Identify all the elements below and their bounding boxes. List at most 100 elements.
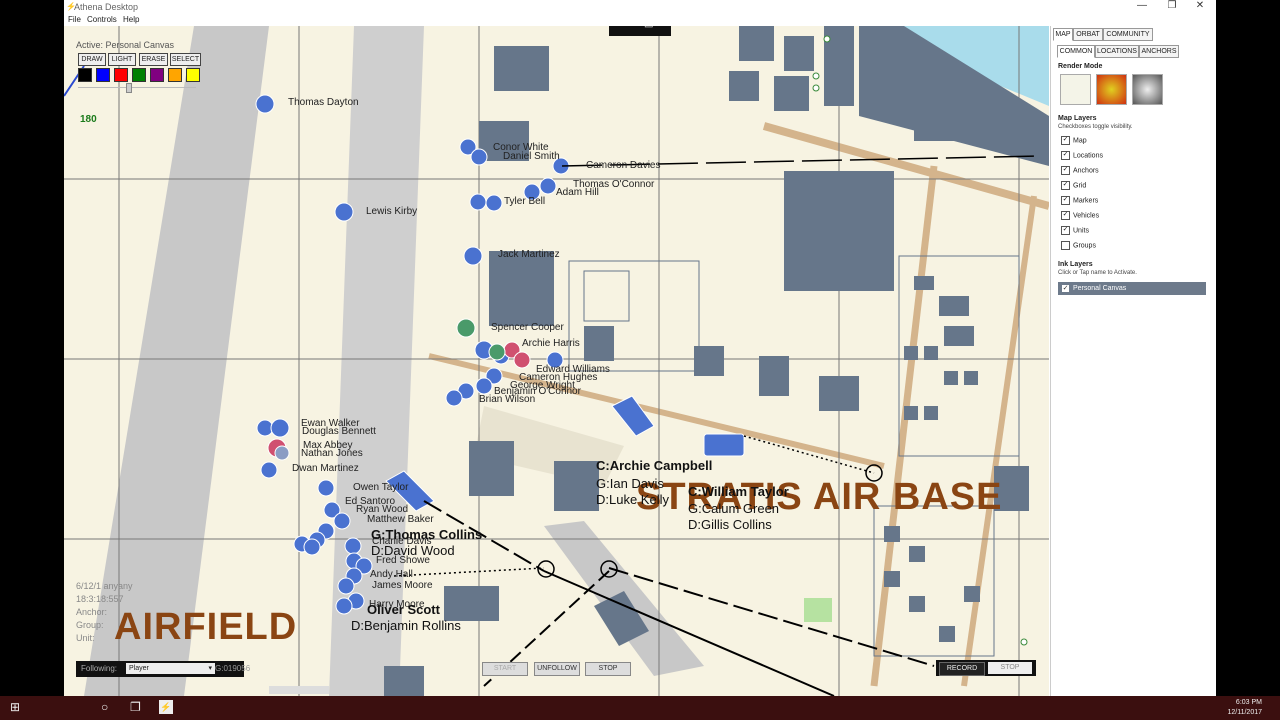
layer-anchors-checkbox[interactable]: ✓ Anchors <box>1061 166 1099 175</box>
maximize-button[interactable]: ❐ <box>1158 0 1186 11</box>
close-button[interactable]: ✕ <box>1186 0 1214 11</box>
light-button[interactable]: LIGHT <box>108 53 136 66</box>
status-date: 6/12/1 anyany <box>76 581 133 591</box>
status-time: 18:3:18:557 <box>76 594 124 604</box>
map-layers-note: Checkboxes toggle visibility. <box>1058 124 1133 130</box>
layer-map-checkbox[interactable]: ✓ Map <box>1061 136 1087 145</box>
color-swatch-orange[interactable] <box>168 68 182 82</box>
layer-grid-checkbox[interactable]: ✓ Grid <box>1061 181 1086 190</box>
unit-label: Owen Taylor <box>353 482 409 493</box>
erase-button[interactable]: ERASE <box>139 53 168 66</box>
layer-locations-checkbox[interactable]: ✓ Locations <box>1061 151 1103 160</box>
chevron-down-icon: ▾ <box>208 665 212 672</box>
menu-file[interactable]: File <box>68 15 81 24</box>
render-mode-title: Render Mode <box>1058 63 1103 70</box>
menu-bar: File Controls Help <box>64 13 1216 26</box>
unit-label: Nathan Jones <box>301 448 363 459</box>
app-taskbar-icon[interactable]: ⚡ <box>159 700 173 714</box>
search-icon[interactable]: ○ <box>101 700 108 714</box>
color-swatch-green[interactable] <box>132 68 146 82</box>
unit-label: Daniel Smith <box>503 151 560 162</box>
status-info: 6/12/1 anyany 18:3:18:557 Anchor: Group:… <box>76 580 133 645</box>
pointer-icon[interactable]: ↖ <box>629 26 637 29</box>
unit-label: Matthew Baker <box>367 514 434 525</box>
unit-label: James Moore <box>372 580 433 591</box>
unit-label: Douglas Bennett <box>302 426 376 437</box>
map-scrollbar <box>269 686 329 694</box>
following-label: Following: <box>81 664 118 673</box>
app-window: ⚡ Athena Desktop — ❐ ✕ File Controls Hel… <box>64 0 1216 696</box>
menu-controls[interactable]: Controls <box>87 15 117 24</box>
menu-help[interactable]: Help <box>123 15 139 24</box>
side-panel: MAP ORBAT COMMUNITY COMMON LOCATIONS ANC… <box>1050 26 1216 696</box>
record-bar: RECORD STOP <box>936 660 1036 676</box>
select-button[interactable]: SELECT <box>170 53 201 66</box>
color-swatch-purple[interactable] <box>150 68 164 82</box>
render-mode-plain[interactable] <box>1060 74 1091 105</box>
unit-label: Jack Martinez <box>498 249 560 260</box>
tab-orbat[interactable]: ORBAT <box>1073 28 1103 41</box>
buildings <box>384 26 1049 696</box>
green-area <box>804 598 832 622</box>
tab-anchors[interactable]: ANCHORS <box>1139 45 1179 58</box>
tab-community[interactable]: COMMUNITY <box>1103 28 1153 41</box>
color-swatch-yellow[interactable] <box>186 68 200 82</box>
layer-vehicles-checkbox[interactable]: ✓ Vehicles <box>1061 211 1099 220</box>
task-view-icon[interactable]: ❐ <box>130 700 141 714</box>
draw-button[interactable]: DRAW <box>78 53 106 66</box>
follow-select[interactable]: Player ▾ <box>126 663 215 674</box>
system-clock: 6:03 PM 12/11/2017 <box>1227 699 1262 716</box>
road-3 <box>961 195 1037 687</box>
map-graphics <box>64 26 1049 696</box>
unit-label: Tyler Bell <box>504 196 546 207</box>
fullscreen-icon[interactable]: ▣ <box>644 26 653 29</box>
follow-bar: Following: Player ▾ G:019056 <box>76 661 250 677</box>
stop-record-button[interactable]: STOP <box>988 662 1032 674</box>
unit-label: Cameron Davies <box>586 160 661 171</box>
ink-layers-note: Click or Tap name to Activate. <box>1058 270 1137 276</box>
screen-share-icon[interactable]: ⇱ <box>658 26 666 29</box>
start-button[interactable]: START <box>482 662 528 676</box>
color-swatch-black[interactable] <box>78 68 92 82</box>
unit-label: Spencer Cooper <box>491 322 564 333</box>
layer-groups-checkbox[interactable]: Groups <box>1061 241 1096 250</box>
map-canvas[interactable]: 180 Thomas Dayton Conor White Daniel Smi… <box>64 26 1049 696</box>
color-swatch-blue[interactable] <box>96 68 110 82</box>
unit-label: Lewis Kirby <box>366 206 418 217</box>
layer-markers-checkbox[interactable]: ✓ Markers <box>1061 196 1098 205</box>
render-mode-heat[interactable] <box>1096 74 1127 105</box>
status-anchor: Anchor: <box>76 607 108 617</box>
ink-layers-title: Ink Layers <box>1058 261 1093 268</box>
unit-label: Dwan Martinez <box>292 463 359 474</box>
runway-secondary <box>329 26 424 696</box>
unit-label: Brian Wilson <box>479 394 536 405</box>
stroke-slider[interactable] <box>78 87 196 88</box>
unit-label: Adam Hill <box>556 187 599 198</box>
unit-label: Archie Harris <box>522 338 580 349</box>
layer-units-checkbox[interactable]: ✓ Units <box>1061 226 1089 235</box>
taskbar: ⊞ ○ ❐ ⚡ 6:03 PM 12/11/2017 <box>0 696 1280 720</box>
tab-locations[interactable]: LOCATIONS <box>1095 45 1139 58</box>
windows-start-icon[interactable]: ⊞ <box>10 700 20 714</box>
unfollow-button[interactable]: UNFOLLOW <box>534 662 580 676</box>
check-icon[interactable]: ✓ <box>1062 284 1069 292</box>
active-canvas-caption: Active: Personal Canvas <box>76 40 175 50</box>
render-mode-relief[interactable] <box>1132 74 1163 105</box>
unit-label: Thomas Dayton <box>288 97 359 108</box>
stroke-slider-thumb[interactable] <box>126 83 132 93</box>
unit-label: Andy Hall <box>370 569 413 580</box>
status-unit: Unit: <box>76 633 95 643</box>
tab-common[interactable]: COMMON <box>1057 45 1095 58</box>
map-layers-title: Map Layers <box>1058 115 1097 122</box>
pen-icon[interactable]: ✎ <box>614 26 622 29</box>
tab-map[interactable]: MAP <box>1053 28 1073 41</box>
ink-layer-personal-canvas[interactable]: ✓ Personal Canvas <box>1058 282 1206 295</box>
minimize-button[interactable]: — <box>1128 0 1156 11</box>
window-title: Athena Desktop <box>74 2 139 12</box>
stop-playback-button[interactable]: STOP <box>585 662 631 676</box>
grid-number: 180 <box>80 114 97 125</box>
floating-toolbar: ✎ ↖ ▣ ⇱ <box>609 26 671 36</box>
follow-id: G:019056 <box>215 664 251 673</box>
record-button[interactable]: RECORD <box>939 662 985 676</box>
color-swatch-red[interactable] <box>114 68 128 82</box>
